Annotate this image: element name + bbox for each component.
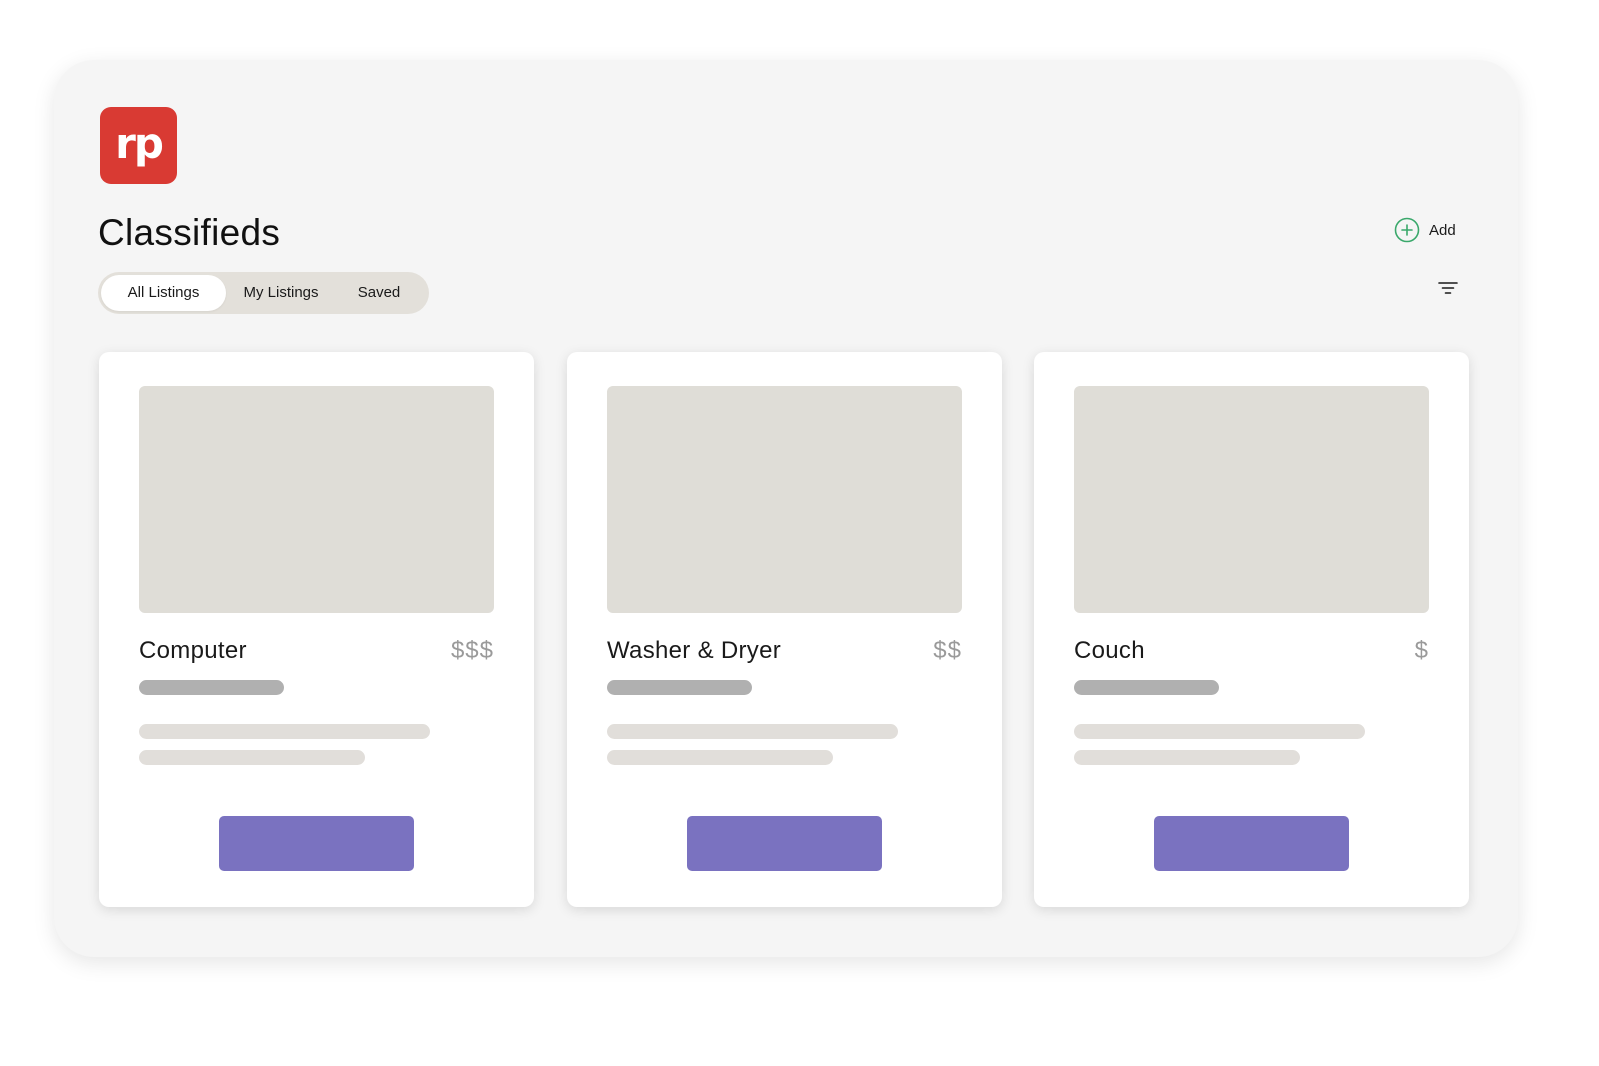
listing-description-placeholder-line xyxy=(139,724,430,739)
listing-price: $$ xyxy=(933,637,962,664)
listing-action-button[interactable] xyxy=(1154,816,1349,871)
listing-subtitle-placeholder xyxy=(1074,680,1219,695)
listing-title: Washer & Dryer xyxy=(607,637,782,664)
plus-circle-icon xyxy=(1394,217,1420,243)
page-title: Classifieds xyxy=(98,212,281,253)
listing-card-computer[interactable]: Computer $$$ xyxy=(99,352,534,907)
app-logo: rp xyxy=(100,107,177,184)
add-label: Add xyxy=(1429,221,1456,239)
listing-image-placeholder xyxy=(1074,386,1429,613)
listing-description-placeholder-line xyxy=(1074,724,1365,739)
listing-description-placeholder-line xyxy=(607,724,898,739)
filter-icon xyxy=(1436,277,1462,299)
listing-description-placeholder-line xyxy=(1074,750,1300,765)
tab-all-listings[interactable]: All Listings xyxy=(101,275,226,311)
listing-tabs: All Listings My Listings Saved xyxy=(98,272,429,314)
listing-image-placeholder xyxy=(139,386,494,613)
listing-card-washer-dryer[interactable]: Washer & Dryer $$ xyxy=(567,352,1002,907)
listing-subtitle-placeholder xyxy=(607,680,752,695)
listing-card-couch[interactable]: Couch $ xyxy=(1034,352,1469,907)
listing-price: $$$ xyxy=(450,637,494,664)
classifieds-panel: rp Classifieds Add All Listings My Listi… xyxy=(54,60,1518,957)
listing-image-placeholder xyxy=(607,386,962,613)
listing-title: Computer xyxy=(139,637,247,664)
tab-saved[interactable]: Saved xyxy=(338,275,420,311)
listing-price: $ xyxy=(1414,637,1429,664)
add-listing-button[interactable]: Add xyxy=(1394,217,1456,243)
logo-text: rp xyxy=(115,118,164,168)
listing-title: Couch xyxy=(1074,637,1145,664)
tab-my-listings[interactable]: My Listings xyxy=(231,275,331,311)
listing-description-placeholder-line xyxy=(607,750,833,765)
filter-button[interactable] xyxy=(1436,277,1462,299)
listing-description-placeholder-line xyxy=(139,750,365,765)
listing-action-button[interactable] xyxy=(687,816,882,871)
listing-action-button[interactable] xyxy=(219,816,414,871)
listing-subtitle-placeholder xyxy=(139,680,284,695)
